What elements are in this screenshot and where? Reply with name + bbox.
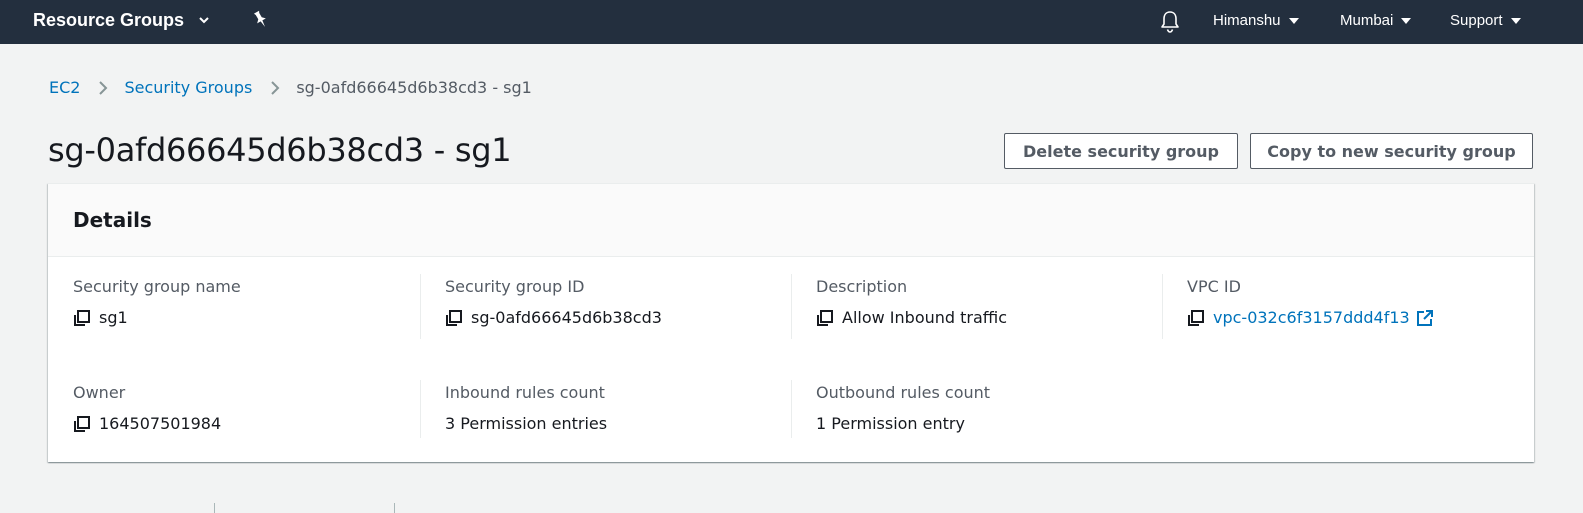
field-value: sg-0afd66645d6b38cd3 bbox=[445, 308, 805, 328]
field-value: 3 Permission entries bbox=[445, 414, 805, 434]
details-header: Details bbox=[48, 184, 1534, 257]
vpc-id-link[interactable]: vpc-032c6f3157ddd4f13 bbox=[1213, 308, 1410, 328]
description-value: Allow Inbound traffic bbox=[842, 308, 1008, 327]
tab-divider bbox=[394, 503, 395, 513]
outbound-rules-count-value: 1 Permission entry bbox=[816, 414, 965, 433]
field-label: Outbound rules count bbox=[816, 383, 991, 402]
copy-icon[interactable] bbox=[816, 309, 834, 327]
region-menu-label: Mumbai bbox=[1340, 12, 1394, 29]
security-group-id-field: Security group ID sg-0afd66645d6b38cd3 bbox=[445, 277, 805, 328]
details-heading: Details bbox=[73, 208, 152, 232]
caret-down-icon bbox=[1401, 18, 1412, 24]
breadcrumb: EC2 Security Groups sg-0afd66645d6b38cd3… bbox=[49, 78, 532, 98]
outbound-rules-count-field: Outbound rules count 1 Permission entry bbox=[816, 383, 1176, 434]
chevron-right-icon bbox=[99, 81, 108, 95]
region-menu[interactable]: Mumbai bbox=[1340, 12, 1412, 30]
tab-divider bbox=[214, 503, 215, 513]
external-link-icon[interactable] bbox=[1416, 309, 1434, 327]
field-label: Inbound rules count bbox=[445, 383, 605, 402]
breadcrumb-ec2-link[interactable]: EC2 bbox=[49, 78, 80, 98]
caret-down-icon bbox=[1510, 18, 1521, 24]
bell-icon[interactable] bbox=[1159, 10, 1181, 34]
field-value: 164507501984 bbox=[73, 414, 433, 434]
breadcrumb-current: sg-0afd66645d6b38cd3 - sg1 bbox=[296, 78, 532, 97]
chevron-down-icon bbox=[199, 17, 209, 24]
field-label: Owner bbox=[73, 383, 126, 402]
inbound-rules-count-field: Inbound rules count 3 Permission entries bbox=[445, 383, 805, 434]
field-value: Allow Inbound traffic bbox=[816, 308, 1176, 328]
field-label: Description bbox=[816, 277, 908, 296]
field-value: vpc-032c6f3157ddd4f13 bbox=[1187, 308, 1547, 328]
caret-down-icon bbox=[1288, 18, 1299, 24]
user-menu-label: Himanshu bbox=[1213, 12, 1281, 29]
breadcrumb-security-groups-link[interactable]: Security Groups bbox=[124, 78, 252, 98]
resource-groups-label: Resource Groups bbox=[33, 10, 185, 30]
copy-icon[interactable] bbox=[445, 309, 463, 327]
inbound-rules-count-value: 3 Permission entries bbox=[445, 414, 608, 433]
user-menu[interactable]: Himanshu bbox=[1213, 12, 1299, 30]
resource-groups-menu[interactable]: Resource Groups bbox=[33, 9, 210, 31]
security-group-name-value: sg1 bbox=[99, 308, 128, 327]
owner-value: 164507501984 bbox=[99, 414, 222, 433]
copy-to-new-security-group-button[interactable]: Copy to new security group bbox=[1250, 133, 1533, 169]
field-label: Security group name bbox=[73, 277, 241, 296]
details-panel: Details Security group name sg1 Security… bbox=[48, 183, 1534, 462]
field-label: Security group ID bbox=[445, 277, 585, 296]
top-navigation-bar: Resource Groups Himanshu Mumbai Support bbox=[0, 0, 1583, 44]
copy-icon[interactable] bbox=[1187, 309, 1205, 327]
field-value: sg1 bbox=[73, 308, 433, 328]
support-menu[interactable]: Support bbox=[1450, 12, 1521, 30]
page-title: sg-0afd66645d6b38cd3 - sg1 bbox=[48, 131, 512, 169]
chevron-right-icon bbox=[271, 81, 280, 95]
support-menu-label: Support bbox=[1450, 12, 1503, 29]
copy-icon[interactable] bbox=[73, 309, 91, 327]
copy-icon[interactable] bbox=[73, 415, 91, 433]
security-group-id-value: sg-0afd66645d6b38cd3 bbox=[471, 308, 662, 327]
field-label: VPC ID bbox=[1187, 277, 1241, 296]
owner-field: Owner 164507501984 bbox=[73, 383, 433, 434]
security-group-name-field: Security group name sg1 bbox=[73, 277, 433, 328]
vpc-id-field: VPC ID vpc-032c6f3157ddd4f13 bbox=[1187, 277, 1547, 328]
pushpin-icon[interactable] bbox=[252, 10, 270, 30]
delete-security-group-button[interactable]: Delete security group bbox=[1004, 133, 1238, 169]
field-value: 1 Permission entry bbox=[816, 414, 1176, 434]
description-field: Description Allow Inbound traffic bbox=[816, 277, 1176, 328]
